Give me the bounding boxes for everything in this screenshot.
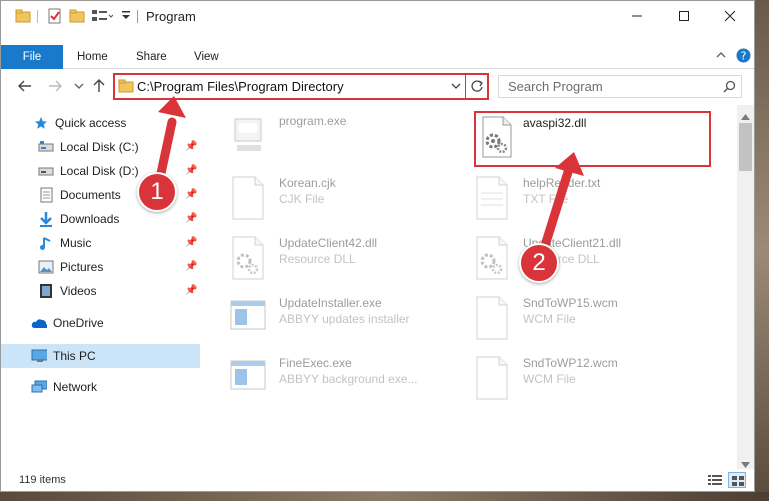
scroll-up-icon[interactable] xyxy=(741,109,750,123)
tab-file[interactable]: File xyxy=(1,45,63,69)
pin-icon[interactable]: 📌 xyxy=(185,285,197,296)
window-title: Program xyxy=(146,9,196,24)
desktop-background-right xyxy=(755,0,769,501)
qa-divider xyxy=(37,10,38,23)
window-exe-icon xyxy=(227,353,271,401)
callout-step-2: 2 xyxy=(519,243,559,283)
close-button[interactable] xyxy=(707,1,753,31)
drive-icon xyxy=(38,163,54,179)
recent-locations-button[interactable] xyxy=(69,76,89,96)
window-exe-icon xyxy=(227,293,271,341)
pin-icon[interactable]: 📌 xyxy=(185,165,197,176)
pin-icon[interactable]: 📌 xyxy=(185,189,197,200)
maximize-button[interactable] xyxy=(661,1,707,31)
file-item-sndtowp12-wcm[interactable]: SndToWP12.wcm WCM File xyxy=(471,349,711,405)
file-item-program-exe[interactable]: program.exe xyxy=(227,107,467,163)
file-item-sndtowp15-wcm[interactable]: SndToWP15.wcm WCM File xyxy=(471,289,711,345)
title-divider xyxy=(137,10,138,23)
network-icon xyxy=(31,379,47,395)
expand-ribbon-icon[interactable] xyxy=(715,49,727,64)
svg-text:?: ? xyxy=(741,50,747,63)
pin-icon[interactable]: 📌 xyxy=(185,141,197,152)
forward-button[interactable] xyxy=(45,76,65,96)
sidebar-item-this-pc[interactable]: This PC xyxy=(1,344,200,368)
file-item-help-reader-txt[interactable]: helpReader.txt TXT File xyxy=(471,169,711,225)
search-box[interactable]: Search Program xyxy=(498,75,742,98)
dll-gear-icon xyxy=(471,233,515,281)
address-divider xyxy=(465,75,466,98)
sidebar-item-music[interactable]: Music 📌 xyxy=(1,232,200,254)
address-dropdown-icon[interactable] xyxy=(450,80,462,95)
pin-icon[interactable]: 📌 xyxy=(185,237,197,248)
sidebar-item-local-disk-c[interactable]: Local Disk (C:) 📌 xyxy=(1,136,200,158)
back-button[interactable] xyxy=(15,76,35,96)
pictures-icon xyxy=(38,259,54,275)
videos-icon xyxy=(38,283,54,299)
tab-share[interactable]: Share xyxy=(136,45,167,69)
sidebar-item-downloads[interactable]: Downloads 📌 xyxy=(1,208,200,230)
title-bar: Program xyxy=(1,1,754,31)
explorer-window: Program File Home Share View ? C:\Progra… xyxy=(0,0,755,492)
downloads-icon xyxy=(38,211,54,227)
star-icon xyxy=(33,115,49,131)
sidebar-item-videos[interactable]: Videos 📌 xyxy=(1,280,200,302)
blank-file-icon xyxy=(471,353,515,401)
onedrive-icon xyxy=(31,315,47,331)
item-count: 119 items xyxy=(19,474,66,486)
drive-icon xyxy=(38,139,54,155)
minimize-button[interactable] xyxy=(614,1,660,31)
callout-step-1: 1 xyxy=(137,172,177,212)
blank-file-icon xyxy=(471,293,515,341)
tab-view[interactable]: View xyxy=(194,45,219,69)
vertical-scrollbar[interactable] xyxy=(737,105,754,469)
pin-icon[interactable]: 📌 xyxy=(185,213,197,224)
search-icon[interactable] xyxy=(723,80,736,96)
exe-icon xyxy=(227,111,271,159)
file-item-update-installer-exe[interactable]: UpdateInstaller.exe ABBYY updates instal… xyxy=(227,289,467,345)
customize-toolbar-icon[interactable] xyxy=(121,10,131,26)
address-path[interactable]: C:\Program Files\Program Directory xyxy=(137,79,344,94)
scrollbar-thumb[interactable] xyxy=(739,123,752,171)
folder-icon xyxy=(15,8,31,24)
desktop-background-bottom xyxy=(0,492,769,501)
new-folder-icon[interactable] xyxy=(69,8,85,24)
large-icons-view-icon[interactable] xyxy=(728,472,746,488)
ribbon-tabs: File Home Share View ? xyxy=(1,45,754,69)
folder-icon xyxy=(118,78,134,97)
blank-file-icon xyxy=(471,173,515,221)
details-view-icon[interactable] xyxy=(708,474,722,489)
documents-icon xyxy=(38,187,54,203)
refresh-icon[interactable] xyxy=(470,79,484,96)
sidebar-item-quick-access[interactable]: Quick access xyxy=(1,112,200,134)
address-bar[interactable]: C:\Program Files\Program Directory xyxy=(113,73,489,100)
sidebar-item-network[interactable]: Network xyxy=(1,376,200,398)
file-item-update-client21-dll[interactable]: UpdateClient21.dll Resource DLL xyxy=(471,229,711,285)
sidebar-item-onedrive[interactable]: OneDrive xyxy=(1,312,200,334)
file-highlight-box xyxy=(474,111,711,167)
help-icon[interactable]: ? xyxy=(736,48,751,66)
tab-home[interactable]: Home xyxy=(77,45,108,69)
pin-icon[interactable]: 📌 xyxy=(185,261,197,272)
properties-icon[interactable] xyxy=(47,8,63,24)
blank-file-icon xyxy=(227,173,271,221)
view-options-icon[interactable] xyxy=(91,8,114,24)
sidebar-item-pictures[interactable]: Pictures 📌 xyxy=(1,256,200,278)
up-button[interactable] xyxy=(89,76,109,96)
status-bar: 119 items xyxy=(1,469,754,491)
this-pc-icon xyxy=(31,348,47,364)
dll-gear-icon xyxy=(227,233,271,281)
file-item-update-client42-dll[interactable]: UpdateClient42.dll Resource DLL xyxy=(227,229,467,285)
file-item-korean-cjk[interactable]: Korean.cjk CJK File xyxy=(227,169,467,225)
file-item-fineexec-exe[interactable]: FineExec.exe ABBYY background exe... xyxy=(227,349,467,405)
music-icon xyxy=(38,235,54,251)
search-input[interactable]: Search Program xyxy=(508,79,603,94)
